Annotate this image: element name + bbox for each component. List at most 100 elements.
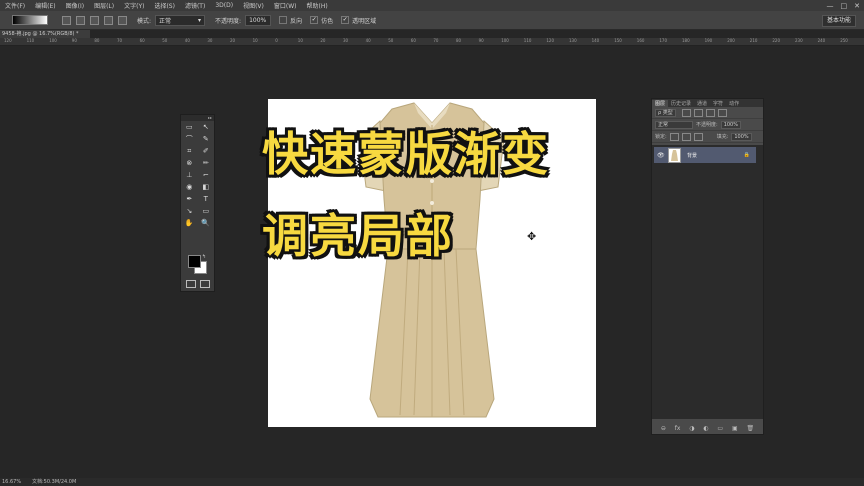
tool-icon[interactable]: ✏: [201, 159, 210, 168]
trash-icon[interactable]: 🗑: [746, 425, 754, 432]
swap-colors-icon[interactable]: ↰: [202, 254, 206, 260]
menu-image[interactable]: 图像(I): [61, 1, 89, 10]
menu-file[interactable]: 文件(F): [0, 1, 30, 10]
tool-icon[interactable]: 🔍: [201, 219, 210, 228]
angle-gradient-icon[interactable]: [90, 15, 99, 25]
minimize-icon[interactable]: —: [827, 2, 834, 10]
tool-icon[interactable]: ⊥: [185, 171, 194, 180]
blend-mode-dropdown[interactable]: 正常: [655, 120, 693, 129]
diamond-gradient-icon[interactable]: [118, 15, 127, 25]
layer-opacity-field[interactable]: 100%: [720, 120, 741, 129]
tool-icon[interactable]: ◉: [185, 183, 194, 192]
tool-icon[interactable]: ◧: [201, 183, 210, 192]
gradient-preview[interactable]: [12, 15, 48, 25]
ruler-tick: 10: [252, 38, 258, 43]
lock-row: 锁定: 填充: 100%: [652, 131, 763, 143]
screen-mode-icon[interactable]: [200, 280, 210, 288]
ruler-tick: 0: [275, 38, 278, 43]
reverse-label: 反向: [290, 17, 303, 25]
opacity-field[interactable]: 100%: [245, 14, 272, 26]
link-layers-icon[interactable]: ⊖: [661, 425, 666, 432]
ruler-tick: 120: [546, 38, 555, 43]
zoom-level[interactable]: 16.67%: [2, 478, 21, 486]
tool-icon[interactable]: ✎: [201, 135, 210, 144]
fill-field[interactable]: 100%: [731, 132, 752, 141]
check-icon: ✓: [310, 16, 319, 24]
eye-icon[interactable]: 👁: [657, 152, 665, 159]
reflected-gradient-icon[interactable]: [104, 15, 113, 25]
new-layer-icon[interactable]: ▣: [732, 425, 738, 432]
fx-icon[interactable]: fx: [675, 425, 681, 432]
tool-icon[interactable]: ▭: [185, 123, 194, 132]
quick-mask-icon[interactable]: [186, 280, 196, 288]
tool-icon[interactable]: ▭: [201, 207, 210, 216]
ruler-tick: 90: [478, 38, 484, 43]
menu-window[interactable]: 窗口(W): [269, 1, 302, 10]
tool-icon[interactable]: ⌒: [185, 135, 194, 144]
ruler-tick: 120: [4, 38, 12, 43]
tool-icon[interactable]: ↖: [201, 123, 210, 132]
ruler-tick: 160: [636, 38, 645, 43]
ruler-tick: 70: [433, 38, 439, 43]
tool-icon[interactable]: ✒: [185, 195, 194, 204]
menu-layer[interactable]: 图层(L): [89, 1, 119, 10]
foreground-color-swatch[interactable]: [188, 255, 201, 268]
close-icon[interactable]: ✕: [854, 2, 860, 10]
tab-channels[interactable]: 通道: [694, 100, 710, 107]
lock-pixels-icon[interactable]: [681, 132, 691, 141]
menu-select[interactable]: 选择(S): [149, 1, 180, 10]
radial-gradient-icon[interactable]: [76, 15, 85, 25]
mode-dropdown[interactable]: 正常 ▾: [155, 14, 206, 26]
type-filter-icon[interactable]: [705, 108, 715, 117]
move-cursor-icon: ✥: [527, 230, 537, 243]
new-group-icon[interactable]: ▭: [717, 425, 723, 432]
lock-label: 锁定:: [655, 134, 667, 140]
opacity-label: 不透明度:: [696, 122, 718, 128]
tool-icon[interactable]: ✋: [185, 219, 194, 228]
tab-history[interactable]: 历史记录: [668, 100, 694, 107]
tool-icon[interactable]: ⌗: [185, 147, 194, 156]
tab-actions[interactable]: 动作: [726, 100, 742, 107]
blend-row: 正常 不透明度: 100%: [652, 119, 763, 131]
tool-row: ⌒ ✎: [181, 133, 214, 145]
menu-help[interactable]: 帮助(H): [302, 1, 333, 10]
ruler-tick: 230: [795, 38, 803, 43]
menu-type[interactable]: 文字(Y): [119, 1, 149, 10]
tool-icon[interactable]: ⌐: [201, 171, 210, 180]
tab-layers[interactable]: 图层: [652, 99, 669, 107]
maximize-icon[interactable]: □: [841, 2, 848, 10]
opacity-value: 100%: [249, 16, 267, 24]
linear-gradient-icon[interactable]: [62, 15, 71, 25]
document-tab[interactable]: 9458-袍.jpg @ 16.7%(RGB/8) *: [0, 30, 90, 38]
tool-icon[interactable]: T: [201, 195, 210, 204]
lock-transparent-icon[interactable]: [669, 132, 679, 141]
menu-filter[interactable]: 滤镜(T): [180, 1, 210, 10]
tool-icon[interactable]: ↘: [185, 207, 194, 216]
transparency-checkbox[interactable]: ✓ 透明区域: [341, 16, 376, 25]
tab-character[interactable]: 字符: [710, 100, 726, 107]
window-controls: — □ ✕: [827, 0, 861, 11]
adjustment-filter-icon[interactable]: [693, 108, 703, 117]
lock-position-icon[interactable]: [693, 132, 703, 141]
pixel-filter-icon[interactable]: [681, 108, 691, 117]
menu-edit[interactable]: 编辑(E): [30, 1, 60, 10]
check-icon: ✓: [341, 16, 350, 24]
tool-icon[interactable]: ✐: [201, 147, 210, 156]
dither-checkbox[interactable]: ✓ 仿色: [310, 16, 333, 25]
reverse-checkbox[interactable]: 反向: [279, 16, 302, 25]
adjustment-layer-icon[interactable]: ◐: [703, 425, 708, 432]
ruler-tick: 150: [614, 38, 622, 43]
add-mask-icon[interactable]: ◑: [689, 425, 694, 432]
layer-row[interactable]: 👁 背景 🔒: [654, 147, 756, 163]
workspace-switcher[interactable]: 基本功能: [821, 15, 856, 27]
ruler-tick: 170: [659, 38, 668, 43]
menu-3d[interactable]: 3D(D): [210, 2, 238, 9]
tool-icon[interactable]: ⊗: [185, 159, 194, 168]
layer-kind-dropdown[interactable]: ρ 类型: [655, 108, 676, 117]
ruler-tick: 110: [26, 38, 35, 43]
ruler-tick: 200: [727, 38, 735, 43]
shape-filter-icon[interactable]: [717, 108, 727, 117]
tool-row: ⌗ ✐: [181, 145, 214, 157]
horizontal-ruler: 120 110 100 90 80 70 60 50 40 30 20 10 0 10 20 30 40 50 60…: [0, 38, 864, 46]
menu-view[interactable]: 视图(V): [238, 1, 269, 10]
